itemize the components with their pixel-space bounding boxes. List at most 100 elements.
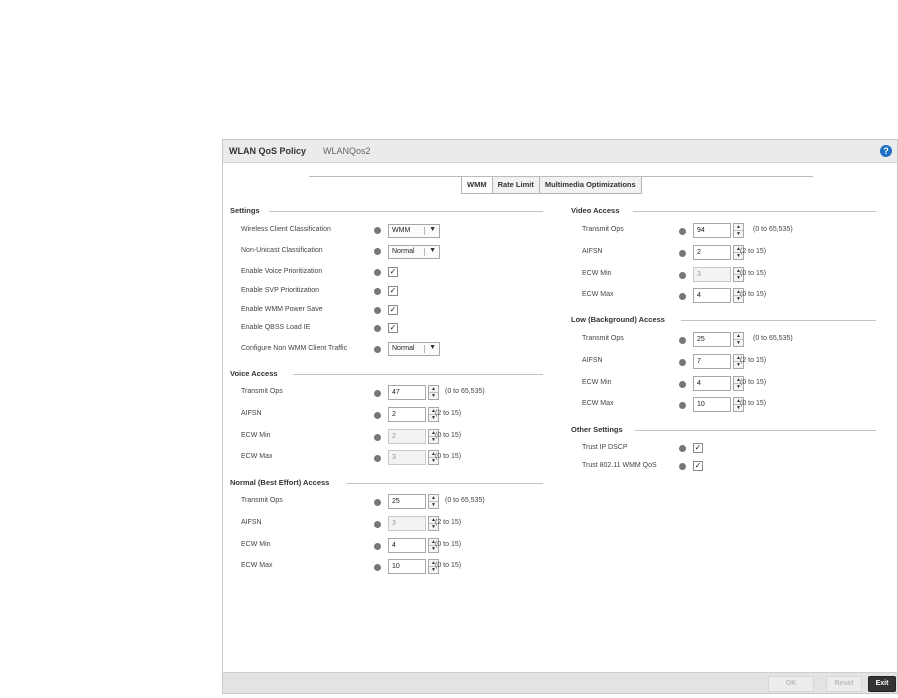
enable-svp-prioritization-checkbox[interactable]: ✓: [388, 286, 398, 296]
range-hint: (2 to 15): [435, 410, 462, 417]
increment-icon[interactable]: ▲: [734, 333, 743, 340]
increment-icon[interactable]: ▲: [429, 495, 438, 502]
info-icon: [679, 250, 686, 257]
low-aifsn-stepper[interactable]: 7 ▲ ▼: [693, 354, 744, 369]
stepper-field[interactable]: 4: [388, 538, 426, 553]
info-icon: [374, 269, 381, 276]
normal-transmit-ops-stepper[interactable]: 25 ▲ ▼: [388, 494, 439, 509]
stepper-field[interactable]: 7: [693, 354, 731, 369]
select-value: Normal: [392, 248, 415, 255]
normal-ecw-max-label: ECW Max: [241, 562, 273, 569]
stepper-value: 4: [697, 380, 701, 387]
low-transmit-ops-stepper[interactable]: 25 ▲ ▼: [693, 332, 744, 347]
stepper-value: 94: [697, 227, 705, 234]
low-ecw-max-stepper[interactable]: 10 ▲ ▼: [693, 397, 744, 412]
voice-transmit-ops-stepper[interactable]: 47 ▲ ▼: [388, 385, 439, 400]
stepper-field[interactable]: 94: [693, 223, 731, 238]
video-transmit-ops-stepper[interactable]: 94 ▲ ▼: [693, 223, 744, 238]
exit-button[interactable]: Exit: [868, 676, 896, 692]
enable-wmm-power-save-checkbox[interactable]: ✓: [388, 305, 398, 315]
range-hint: (0 to 65,535): [753, 335, 793, 342]
range-hint: (0 to 15): [435, 453, 462, 460]
decrement-icon[interactable]: ▼: [734, 340, 743, 346]
stepper-field[interactable]: 10: [693, 397, 731, 412]
stepper-field[interactable]: 4: [693, 288, 731, 303]
increment-icon[interactable]: ▲: [734, 224, 743, 231]
range-hint: (2 to 15): [740, 248, 767, 255]
normal-aifsn-stepper[interactable]: 3 ▲ ▼: [388, 516, 439, 531]
range-hint: (0 to 15): [435, 562, 462, 569]
stepper-field[interactable]: 3: [388, 450, 426, 465]
increment-icon[interactable]: ▲: [429, 386, 438, 393]
configure-non-wmm-client-traffic-select[interactable]: Normal ▼: [388, 342, 440, 356]
wlan-qos-policy-panel: WLAN QoS Policy WLANQos2 ? WMM Rate Limi…: [222, 139, 898, 694]
decrement-icon[interactable]: ▼: [734, 231, 743, 237]
low-ecw-max-label: ECW Max: [582, 400, 614, 407]
decrement-icon[interactable]: ▼: [429, 393, 438, 399]
stepper-value: 4: [392, 542, 396, 549]
video-ecw-max-stepper[interactable]: 4 ▲ ▼: [693, 288, 744, 303]
info-icon: [679, 272, 686, 279]
stepper-field[interactable]: 3: [388, 516, 426, 531]
select-divider: [424, 345, 425, 353]
reset-button[interactable]: Reset: [826, 676, 862, 692]
info-icon: [374, 564, 381, 571]
non-unicast-classification-select[interactable]: Normal ▼: [388, 245, 440, 259]
enable-qbss-load-ie-checkbox[interactable]: ✓: [388, 323, 398, 333]
configure-non-wmm-client-traffic-label: Configure Non WMM Client Traffic: [241, 345, 348, 352]
normal-ecw-max-stepper[interactable]: 10 ▲ ▼: [388, 559, 439, 574]
voice-ecw-min-stepper[interactable]: 2 ▲ ▼: [388, 429, 439, 444]
tab-rate-limit[interactable]: Rate Limit: [493, 177, 540, 193]
policy-name: WLANQos2: [323, 146, 371, 156]
normal-ecw-min-stepper[interactable]: 4 ▲ ▼: [388, 538, 439, 553]
stepper-field[interactable]: 4: [693, 376, 731, 391]
section-divider: [269, 211, 543, 212]
voice-ecw-max-stepper[interactable]: 3 ▲ ▼: [388, 450, 439, 465]
ok-button[interactable]: OK: [768, 676, 814, 692]
trust-802-11-wmm-qos-checkbox[interactable]: ✓: [693, 461, 703, 471]
range-hint: (2 to 15): [435, 519, 462, 526]
tab-wmm[interactable]: WMM: [462, 177, 493, 193]
info-icon: [374, 499, 381, 506]
stepper-field[interactable]: 47: [388, 385, 426, 400]
info-icon: [679, 228, 686, 235]
select-value: WMM: [392, 227, 411, 234]
wireless-client-classification-label: Wireless Client Classification: [241, 226, 331, 233]
info-icon: [374, 455, 381, 462]
voice-aifsn-stepper[interactable]: 2 ▲ ▼: [388, 407, 439, 422]
wireless-client-classification-select[interactable]: WMM ▼: [388, 224, 440, 238]
stepper-field[interactable]: 3: [693, 267, 731, 282]
info-icon: [374, 346, 381, 353]
help-icon[interactable]: ?: [880, 145, 892, 157]
range-hint: (0 to 15): [740, 400, 767, 407]
info-icon: [374, 227, 381, 234]
enable-wmm-power-save-label: Enable WMM Power Save: [241, 306, 323, 313]
info-icon: [679, 337, 686, 344]
low-access-section-title: Low (Background) Access: [571, 315, 665, 324]
video-ecw-max-label: ECW Max: [582, 291, 614, 298]
range-hint: (0 to 65,535): [445, 497, 485, 504]
low-ecw-min-stepper[interactable]: 4 ▲ ▼: [693, 376, 744, 391]
info-icon: [374, 325, 381, 332]
video-ecw-min-stepper[interactable]: 3 ▲ ▼: [693, 267, 744, 282]
video-aifsn-stepper[interactable]: 2 ▲ ▼: [693, 245, 744, 260]
tab-multimedia-optimizations[interactable]: Multimedia Optimizations: [540, 177, 641, 193]
enable-voice-prioritization-checkbox[interactable]: ✓: [388, 267, 398, 277]
decrement-icon[interactable]: ▼: [429, 502, 438, 508]
range-hint: (0 to 15): [435, 432, 462, 439]
enable-voice-prioritization-label: Enable Voice Prioritization: [241, 268, 323, 275]
range-hint: (2 to 15): [740, 357, 767, 364]
stepper-field[interactable]: 25: [388, 494, 426, 509]
stepper-field[interactable]: 2: [388, 429, 426, 444]
tab-bar: WMM Rate Limit Multimedia Optimizations: [461, 177, 642, 194]
normal-access-section-title: Normal (Best Effort) Access: [230, 478, 330, 487]
stepper-field[interactable]: 2: [693, 245, 731, 260]
stepper-field[interactable]: 10: [388, 559, 426, 574]
trust-ip-dscp-checkbox[interactable]: ✓: [693, 443, 703, 453]
stepper-field[interactable]: 25: [693, 332, 731, 347]
voice-aifsn-label: AIFSN: [241, 410, 262, 417]
stepper-field[interactable]: 2: [388, 407, 426, 422]
stepper-value: 2: [392, 411, 396, 418]
voice-transmit-ops-label: Transmit Ops: [241, 388, 283, 395]
enable-qbss-load-ie-label: Enable QBSS Load IE: [241, 324, 311, 331]
